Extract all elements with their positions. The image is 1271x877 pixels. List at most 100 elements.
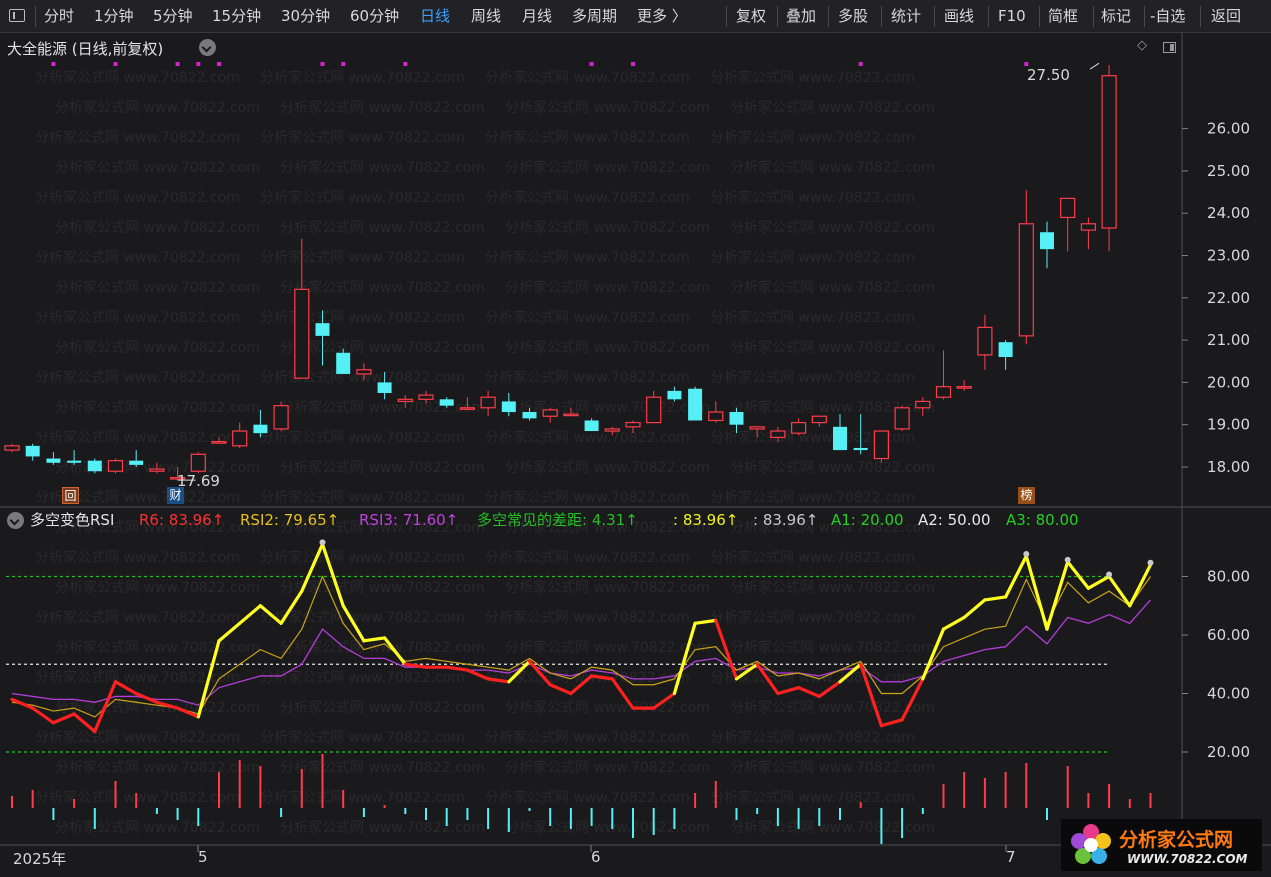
hist-bar [1149,793,1152,808]
marker-bang[interactable]: 榜 [1018,487,1035,504]
watermark-text: 分析家公式网 www.70822.com [710,669,915,686]
watermark-text: 分析家公式网 www.70822.com [485,669,690,686]
flower-logo-icon [1071,824,1111,864]
candle-body [253,424,268,434]
panel-layout-icon[interactable] [1163,42,1176,53]
candle-body [625,421,641,428]
rsi-dropdown-icon[interactable] [7,512,24,529]
sidebar-toggle-icon[interactable] [9,9,25,22]
hist-bar [652,808,655,835]
legend-rsi2: RSI2: 79.65↑ [240,511,340,529]
hist-bar [466,808,469,820]
hist-bar [714,781,717,808]
mark-button[interactable]: 标记 [1101,0,1131,33]
tab-5min[interactable]: 5分钟 [153,0,193,33]
candle-body [873,430,890,460]
draw-line-button[interactable]: 画线 [944,0,974,33]
hist-bar [425,808,427,820]
tab-30min[interactable]: 30分钟 [281,0,330,33]
tab-monthly[interactable]: 月线 [522,0,552,33]
diamond-icon[interactable]: ◇ [1137,38,1147,53]
tab-fenshi[interactable]: 分时 [44,0,74,33]
back-button[interactable]: 返回 [1211,0,1241,33]
signal-dot [858,62,863,66]
watermark-text: 分析家公式网 www.70822.com [260,549,465,566]
r6-segment [714,618,739,681]
hist-bar [445,808,448,826]
watermark-text: 分析家公式网 www.70822.com [260,129,465,146]
hist-bar [1087,793,1090,808]
f10-button[interactable]: F10 [998,0,1026,33]
hist-bar [983,778,986,808]
rsi2-line [11,574,1151,718]
watermark-text: 分析家公式网 www.70822.com [280,459,485,476]
price-signal-dots [51,62,1029,66]
watermark-text: 分析家公式网 www.70822.com [730,759,935,776]
indicator-name[interactable]: 多空变色RSI [30,509,114,531]
restore-rights-button[interactable]: 复权 [736,0,766,33]
r6-segment [1086,574,1111,590]
legend-line-yellow: : 83.96↑ [673,511,739,529]
hist-bar [921,808,924,814]
tab-multi-period[interactable]: 多周期 [572,0,617,33]
price-tick-label: 19.00 [1207,416,1250,434]
watermark-text: 分析家公式网 www.70822.com [485,69,690,86]
remove-watchlist-button[interactable]: -自选 [1150,0,1185,33]
statistics-button[interactable]: 统计 [891,0,921,33]
signal-dot [51,62,56,66]
candle-body [833,426,847,451]
site-logo: 分析家公式网 WWW.70822.COM [1061,819,1262,871]
watermark-text: 分析家公式网 www.70822.com [55,399,260,416]
r6-segment [31,706,56,725]
hist-bar [362,808,365,817]
tab-daily[interactable]: 日线 [420,0,450,33]
watermark-text: 分析家公式网 www.70822.com [55,339,260,356]
r6-segment [900,677,925,722]
tab-60min[interactable]: 60分钟 [350,0,399,33]
watermark-text: 分析家公式网 www.70822.com [505,219,710,236]
hist-bar [383,805,386,808]
legend-r6: R6: 83.96↑ [139,511,225,529]
candle-body [25,445,40,457]
overlay-button[interactable]: 叠加 [786,0,816,33]
toolbar-divider [35,6,36,27]
tab-more[interactable]: 更多 〉 [637,0,687,33]
price-tick-label: 20.00 [1207,373,1250,391]
toolbar-divider [1039,6,1040,27]
watermark-text: 分析家公式网 www.70822.com [35,369,240,386]
title-dropdown-icon[interactable] [199,39,216,56]
watermark-text: 分析家公式网 www.70822.com [35,189,240,206]
tab-1min[interactable]: 1分钟 [94,0,134,33]
candle-body [315,323,330,336]
hist-bar [839,808,841,820]
toolbar-divider [1200,6,1201,27]
signal-dot [403,62,408,66]
candle-body [1060,197,1076,219]
candle-body [956,386,972,389]
marker-cai[interactable]: 财 [167,487,184,504]
hist-bar [756,808,759,814]
marker-hui[interactable]: 回 [62,487,79,504]
candle-body [522,412,537,419]
watermark-text: 分析家公式网 www.70822.com [710,189,915,206]
tab-weekly[interactable]: 周线 [471,0,501,33]
candle-body [418,394,434,400]
r6-segment [672,621,697,696]
simple-frame-button[interactable]: 简框 [1048,0,1078,33]
hist-bar [859,802,862,808]
candle-body [729,412,744,425]
r6-segment [693,618,718,625]
signal-dot [217,62,221,66]
signal-dot [341,62,346,66]
hist-bar [776,808,779,826]
hist-bar [549,808,552,826]
legend-a2: A2: 50.00 [918,511,991,529]
tab-15min[interactable]: 15分钟 [212,0,261,33]
watermark-text: 分析家公式网 www.70822.com [505,279,710,296]
candle-body [190,453,206,472]
watermark-text: 分析家公式网 www.70822.com [35,549,240,566]
watermark-text: 分析家公式网 www.70822.com [280,579,485,596]
multi-stock-button[interactable]: 多股 [838,0,868,33]
watermark-text: 分析家公式网 www.70822.com [505,399,710,416]
watermark-text: 分析家公式网 www.70822.com [730,699,935,716]
